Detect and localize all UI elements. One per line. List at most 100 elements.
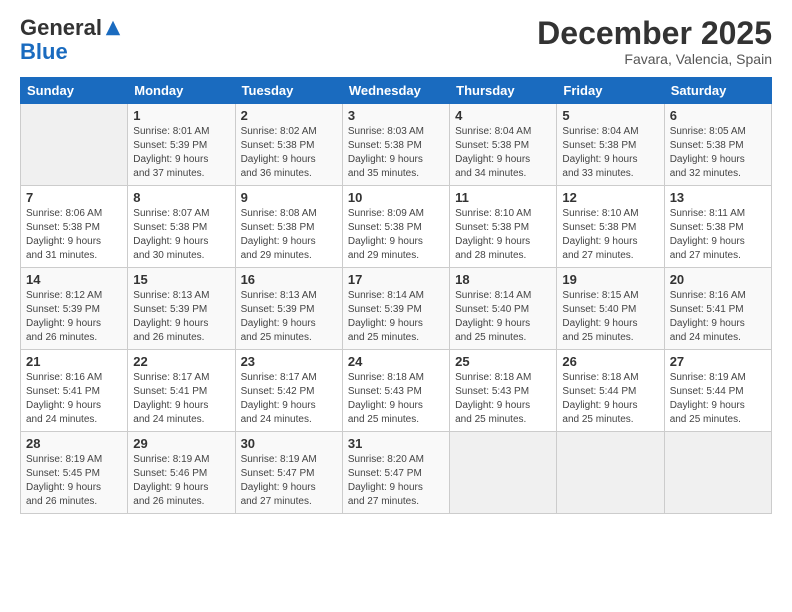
- day-number: 20: [670, 272, 766, 287]
- calendar-cell: [557, 432, 664, 514]
- day-info: Sunrise: 8:11 AMSunset: 5:38 PMDaylight:…: [670, 207, 766, 263]
- page-container: General Blue December 2025 Favara, Valen…: [0, 0, 792, 524]
- logo: General Blue: [20, 16, 122, 64]
- calendar-cell: 27Sunrise: 8:19 AMSunset: 5:44 PMDayligh…: [664, 350, 771, 432]
- day-number: 8: [133, 190, 229, 205]
- calendar-cell: [664, 432, 771, 514]
- calendar-cell: 16 Sunrise: 8:13 AMSunset: 5:39 PMDayligh…: [235, 268, 342, 350]
- calendar-cell: [450, 432, 557, 514]
- day-number: 22: [133, 354, 229, 369]
- day-info: Sunrise: 8:12 AMSunset: 5:39 PMDaylight:…: [26, 289, 122, 345]
- col-sunday: Sunday: [21, 78, 128, 104]
- day-info: Sunrise: 8:16 AMSunset: 5:41 PMDaylight:…: [670, 289, 766, 345]
- day-info: Sunrise: 8:17 AMSunset: 5:41 PMDaylight:…: [133, 371, 229, 427]
- day-number: 30: [241, 436, 337, 451]
- calendar-cell: 1Sunrise: 8:01 AMSunset: 5:39 PMDaylight…: [128, 104, 235, 186]
- calendar-cell: 31Sunrise: 8:20 AMSunset: 5:47 PMDayligh…: [342, 432, 449, 514]
- day-info: Sunrise: 8:01 AMSunset: 5:39 PMDaylight:…: [133, 125, 229, 181]
- calendar-cell: 13Sunrise: 8:11 AMSunset: 5:38 PMDayligh…: [664, 186, 771, 268]
- calendar-cell: 25 Sunrise: 8:18 AMSunset: 5:43 PMDayligh…: [450, 350, 557, 432]
- calendar-cell: 18 Sunrise: 8:14 AMSunset: 5:40 PMDayligh…: [450, 268, 557, 350]
- day-number: 16: [241, 272, 337, 287]
- day-info: Sunrise: 8:04 AMSunset: 5:38 PMDaylight:…: [562, 125, 658, 181]
- day-info: Sunrise: 8:18 AMSunset: 5:44 PMDaylight:…: [562, 371, 658, 427]
- calendar-cell: 6 Sunrise: 8:05 AMSunset: 5:38 PMDaylight…: [664, 104, 771, 186]
- day-info: Sunrise: 8:03 AMSunset: 5:38 PMDaylight:…: [348, 125, 444, 181]
- col-thursday: Thursday: [450, 78, 557, 104]
- day-number: 18: [455, 272, 551, 287]
- day-info: Sunrise: 8:20 AMSunset: 5:47 PMDaylight:…: [348, 453, 444, 509]
- calendar-week-row: 21 Sunrise: 8:16 AMSunset: 5:41 PMDayligh…: [21, 350, 772, 432]
- calendar-cell: 7 Sunrise: 8:06 AMSunset: 5:38 PMDaylight…: [21, 186, 128, 268]
- calendar-cell: 23 Sunrise: 8:17 AMSunset: 5:42 PMDayligh…: [235, 350, 342, 432]
- day-info: Sunrise: 8:05 AMSunset: 5:38 PMDaylight:…: [670, 125, 766, 181]
- day-number: 19: [562, 272, 658, 287]
- col-friday: Friday: [557, 78, 664, 104]
- day-info: Sunrise: 8:04 AMSunset: 5:38 PMDaylight:…: [455, 125, 551, 181]
- title-block: December 2025 Favara, Valencia, Spain: [537, 16, 772, 67]
- calendar-cell: 20 Sunrise: 8:16 AMSunset: 5:41 PMDayligh…: [664, 268, 771, 350]
- calendar-cell: 22 Sunrise: 8:17 AMSunset: 5:41 PMDayligh…: [128, 350, 235, 432]
- day-info: Sunrise: 8:07 AMSunset: 5:38 PMDaylight:…: [133, 207, 229, 263]
- calendar-cell: 19 Sunrise: 8:15 AMSunset: 5:40 PMDayligh…: [557, 268, 664, 350]
- day-info: Sunrise: 8:08 AMSunset: 5:38 PMDaylight:…: [241, 207, 337, 263]
- calendar-cell: 28 Sunrise: 8:19 AMSunset: 5:45 PMDayligh…: [21, 432, 128, 514]
- day-info: Sunrise: 8:14 AMSunset: 5:39 PMDaylight:…: [348, 289, 444, 345]
- calendar-cell: 14 Sunrise: 8:12 AMSunset: 5:39 PMDayligh…: [21, 268, 128, 350]
- day-number: 26: [562, 354, 658, 369]
- day-number: 14: [26, 272, 122, 287]
- day-info: Sunrise: 8:18 AMSunset: 5:43 PMDaylight:…: [455, 371, 551, 427]
- col-saturday: Saturday: [664, 78, 771, 104]
- calendar-cell: 4Sunrise: 8:04 AMSunset: 5:38 PMDaylight…: [450, 104, 557, 186]
- col-monday: Monday: [128, 78, 235, 104]
- day-number: 21: [26, 354, 122, 369]
- day-info: Sunrise: 8:17 AMSunset: 5:42 PMDaylight:…: [241, 371, 337, 427]
- day-info: Sunrise: 8:19 AMSunset: 5:45 PMDaylight:…: [26, 453, 122, 509]
- calendar-cell: 3 Sunrise: 8:03 AMSunset: 5:38 PMDaylight…: [342, 104, 449, 186]
- day-number: 7: [26, 190, 122, 205]
- day-number: 28: [26, 436, 122, 451]
- logo-icon: [104, 19, 122, 37]
- calendar-cell: 9 Sunrise: 8:08 AMSunset: 5:38 PMDaylight…: [235, 186, 342, 268]
- calendar-cell: 10Sunrise: 8:09 AMSunset: 5:38 PMDayligh…: [342, 186, 449, 268]
- calendar-table: Sunday Monday Tuesday Wednesday Thursday…: [20, 77, 772, 514]
- day-number: 3: [348, 108, 444, 123]
- logo-general-text: General: [20, 16, 102, 40]
- col-wednesday: Wednesday: [342, 78, 449, 104]
- day-info: Sunrise: 8:10 AMSunset: 5:38 PMDaylight:…: [562, 207, 658, 263]
- day-number: 23: [241, 354, 337, 369]
- calendar-cell: 26 Sunrise: 8:18 AMSunset: 5:44 PMDayligh…: [557, 350, 664, 432]
- day-number: 12: [562, 190, 658, 205]
- calendar-cell: 30 Sunrise: 8:19 AMSunset: 5:47 PMDayligh…: [235, 432, 342, 514]
- day-info: Sunrise: 8:06 AMSunset: 5:38 PMDaylight:…: [26, 207, 122, 263]
- calendar-cell: 21 Sunrise: 8:16 AMSunset: 5:41 PMDayligh…: [21, 350, 128, 432]
- page-header: General Blue December 2025 Favara, Valen…: [20, 16, 772, 67]
- day-number: 29: [133, 436, 229, 451]
- day-number: 9: [241, 190, 337, 205]
- day-info: Sunrise: 8:16 AMSunset: 5:41 PMDaylight:…: [26, 371, 122, 427]
- day-info: Sunrise: 8:14 AMSunset: 5:40 PMDaylight:…: [455, 289, 551, 345]
- day-info: Sunrise: 8:19 AMSunset: 5:46 PMDaylight:…: [133, 453, 229, 509]
- day-info: Sunrise: 8:13 AMSunset: 5:39 PMDaylight:…: [241, 289, 337, 345]
- day-info: Sunrise: 8:02 AMSunset: 5:38 PMDaylight:…: [241, 125, 337, 181]
- day-info: Sunrise: 8:19 AMSunset: 5:47 PMDaylight:…: [241, 453, 337, 509]
- calendar-week-row: 28 Sunrise: 8:19 AMSunset: 5:45 PMDayligh…: [21, 432, 772, 514]
- calendar-cell: 11 Sunrise: 8:10 AMSunset: 5:38 PMDayligh…: [450, 186, 557, 268]
- day-info: Sunrise: 8:15 AMSunset: 5:40 PMDaylight:…: [562, 289, 658, 345]
- day-number: 15: [133, 272, 229, 287]
- calendar-cell: 24Sunrise: 8:18 AMSunset: 5:43 PMDayligh…: [342, 350, 449, 432]
- location-text: Favara, Valencia, Spain: [537, 51, 772, 67]
- day-number: 2: [241, 108, 337, 123]
- day-info: Sunrise: 8:13 AMSunset: 5:39 PMDaylight:…: [133, 289, 229, 345]
- calendar-cell: 12 Sunrise: 8:10 AMSunset: 5:38 PMDayligh…: [557, 186, 664, 268]
- day-number: 6: [670, 108, 766, 123]
- col-tuesday: Tuesday: [235, 78, 342, 104]
- day-number: 5: [562, 108, 658, 123]
- calendar-header-row: Sunday Monday Tuesday Wednesday Thursday…: [21, 78, 772, 104]
- calendar-cell: 29 Sunrise: 8:19 AMSunset: 5:46 PMDayligh…: [128, 432, 235, 514]
- day-number: 11: [455, 190, 551, 205]
- day-info: Sunrise: 8:18 AMSunset: 5:43 PMDaylight:…: [348, 371, 444, 427]
- day-number: 25: [455, 354, 551, 369]
- logo-blue-text: Blue: [20, 39, 68, 64]
- day-info: Sunrise: 8:10 AMSunset: 5:38 PMDaylight:…: [455, 207, 551, 263]
